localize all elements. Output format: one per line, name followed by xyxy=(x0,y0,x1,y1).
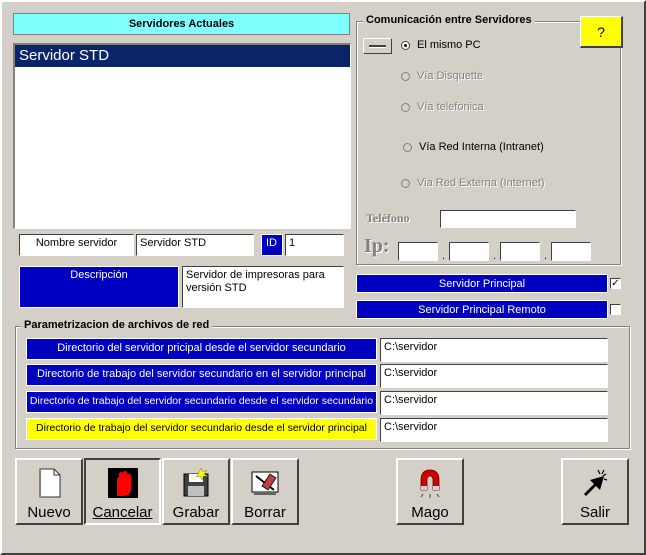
radio-via-telefonica[interactable]: Vía telefonica xyxy=(401,101,484,113)
nuevo-button[interactable]: Nuevo xyxy=(15,458,83,525)
description-label: Descripción xyxy=(19,266,179,308)
save-disk-icon xyxy=(183,467,209,497)
radio-via-red-interna[interactable]: Vía Red Interna (Intranet) xyxy=(403,141,544,153)
comms-mode-button[interactable] xyxy=(363,38,392,54)
help-button[interactable]: ? xyxy=(580,16,623,48)
param-label-2: Directorio de trabajo del servidor secun… xyxy=(26,364,377,386)
server-list-item[interactable]: Servidor STD xyxy=(15,45,350,67)
ip-part-4[interactable] xyxy=(551,242,591,261)
phone-field[interactable] xyxy=(440,210,576,228)
magnet-icon xyxy=(420,469,440,498)
server-list-item-label: Servidor STD xyxy=(19,47,110,64)
radio-el-mismo-pc[interactable]: El mismo PC xyxy=(401,39,481,51)
network-params-title: Parametrizacion de archivos de red xyxy=(21,319,213,333)
exit-door-icon xyxy=(584,469,608,496)
server-name-label: Nombre servidor xyxy=(19,234,134,256)
server-config-window: Servidores Actuales Servidor STD Nombre … xyxy=(0,0,646,555)
ip-part-3[interactable] xyxy=(500,242,540,261)
principal-server-label: Servidor Principal xyxy=(356,274,608,293)
eraser-icon xyxy=(251,471,279,495)
ip-part-2[interactable] xyxy=(449,242,489,261)
phone-label: Teléfono xyxy=(366,211,410,225)
principal-server-checkbox[interactable]: ✓ xyxy=(610,278,621,289)
radio-dot xyxy=(401,178,410,188)
ip-part-1[interactable] xyxy=(398,242,438,261)
comms-group-title: Comunicación entre Servidores xyxy=(363,14,535,28)
dash-icon xyxy=(369,45,386,48)
id-label: ID xyxy=(261,234,283,256)
radio-dot xyxy=(403,142,412,152)
grabar-button[interactable]: Grabar xyxy=(162,458,230,525)
radio-via-disquette[interactable]: Vía Disquette xyxy=(401,70,483,82)
ip-dot-2: . xyxy=(493,250,497,262)
remote-principal-server-label: Servidor Principal Remoto xyxy=(356,300,608,319)
ip-dot-1: . xyxy=(442,250,446,262)
param-field-4[interactable]: C:\servidor xyxy=(380,418,608,442)
id-field[interactable]: 1 xyxy=(285,234,344,256)
description-field[interactable]: Servidor de impresoras para versión STD xyxy=(182,266,344,308)
param-label-4: Directorio de trabajo del servidor secun… xyxy=(26,418,377,440)
red-hand-icon xyxy=(107,468,138,498)
servers-list[interactable]: Servidor STD xyxy=(13,43,351,229)
borrar-button[interactable]: Borrar xyxy=(231,458,299,525)
param-field-2[interactable]: C:\servidor xyxy=(380,364,608,388)
salir-button[interactable]: Salir xyxy=(561,458,629,525)
param-field-3[interactable]: C:\servidor xyxy=(380,391,608,415)
servers-header: Servidores Actuales xyxy=(13,13,350,35)
servers-header-label: Servidores Actuales xyxy=(128,18,235,30)
param-label-3: Directorio de trabajo del servidor secun… xyxy=(26,391,377,413)
param-field-1[interactable]: C:\servidor xyxy=(380,338,608,362)
param-label-1: Directorio del servidor pricipal desde e… xyxy=(26,338,377,360)
radio-dot xyxy=(401,40,410,50)
cancelar-button[interactable]: Cancelar xyxy=(84,458,161,525)
ip-label: Ip: xyxy=(364,235,390,257)
mago-button[interactable]: Mago xyxy=(396,458,464,525)
blank-page-icon xyxy=(39,468,61,498)
radio-dot xyxy=(401,102,410,112)
server-name-field[interactable]: Servidor STD xyxy=(136,234,254,256)
radio-via-red-externa[interactable]: Via Red Externa (Internet) xyxy=(401,177,545,189)
radio-dot xyxy=(401,71,410,81)
remote-principal-server-checkbox[interactable] xyxy=(610,304,621,315)
ip-dot-3: . xyxy=(544,250,548,262)
